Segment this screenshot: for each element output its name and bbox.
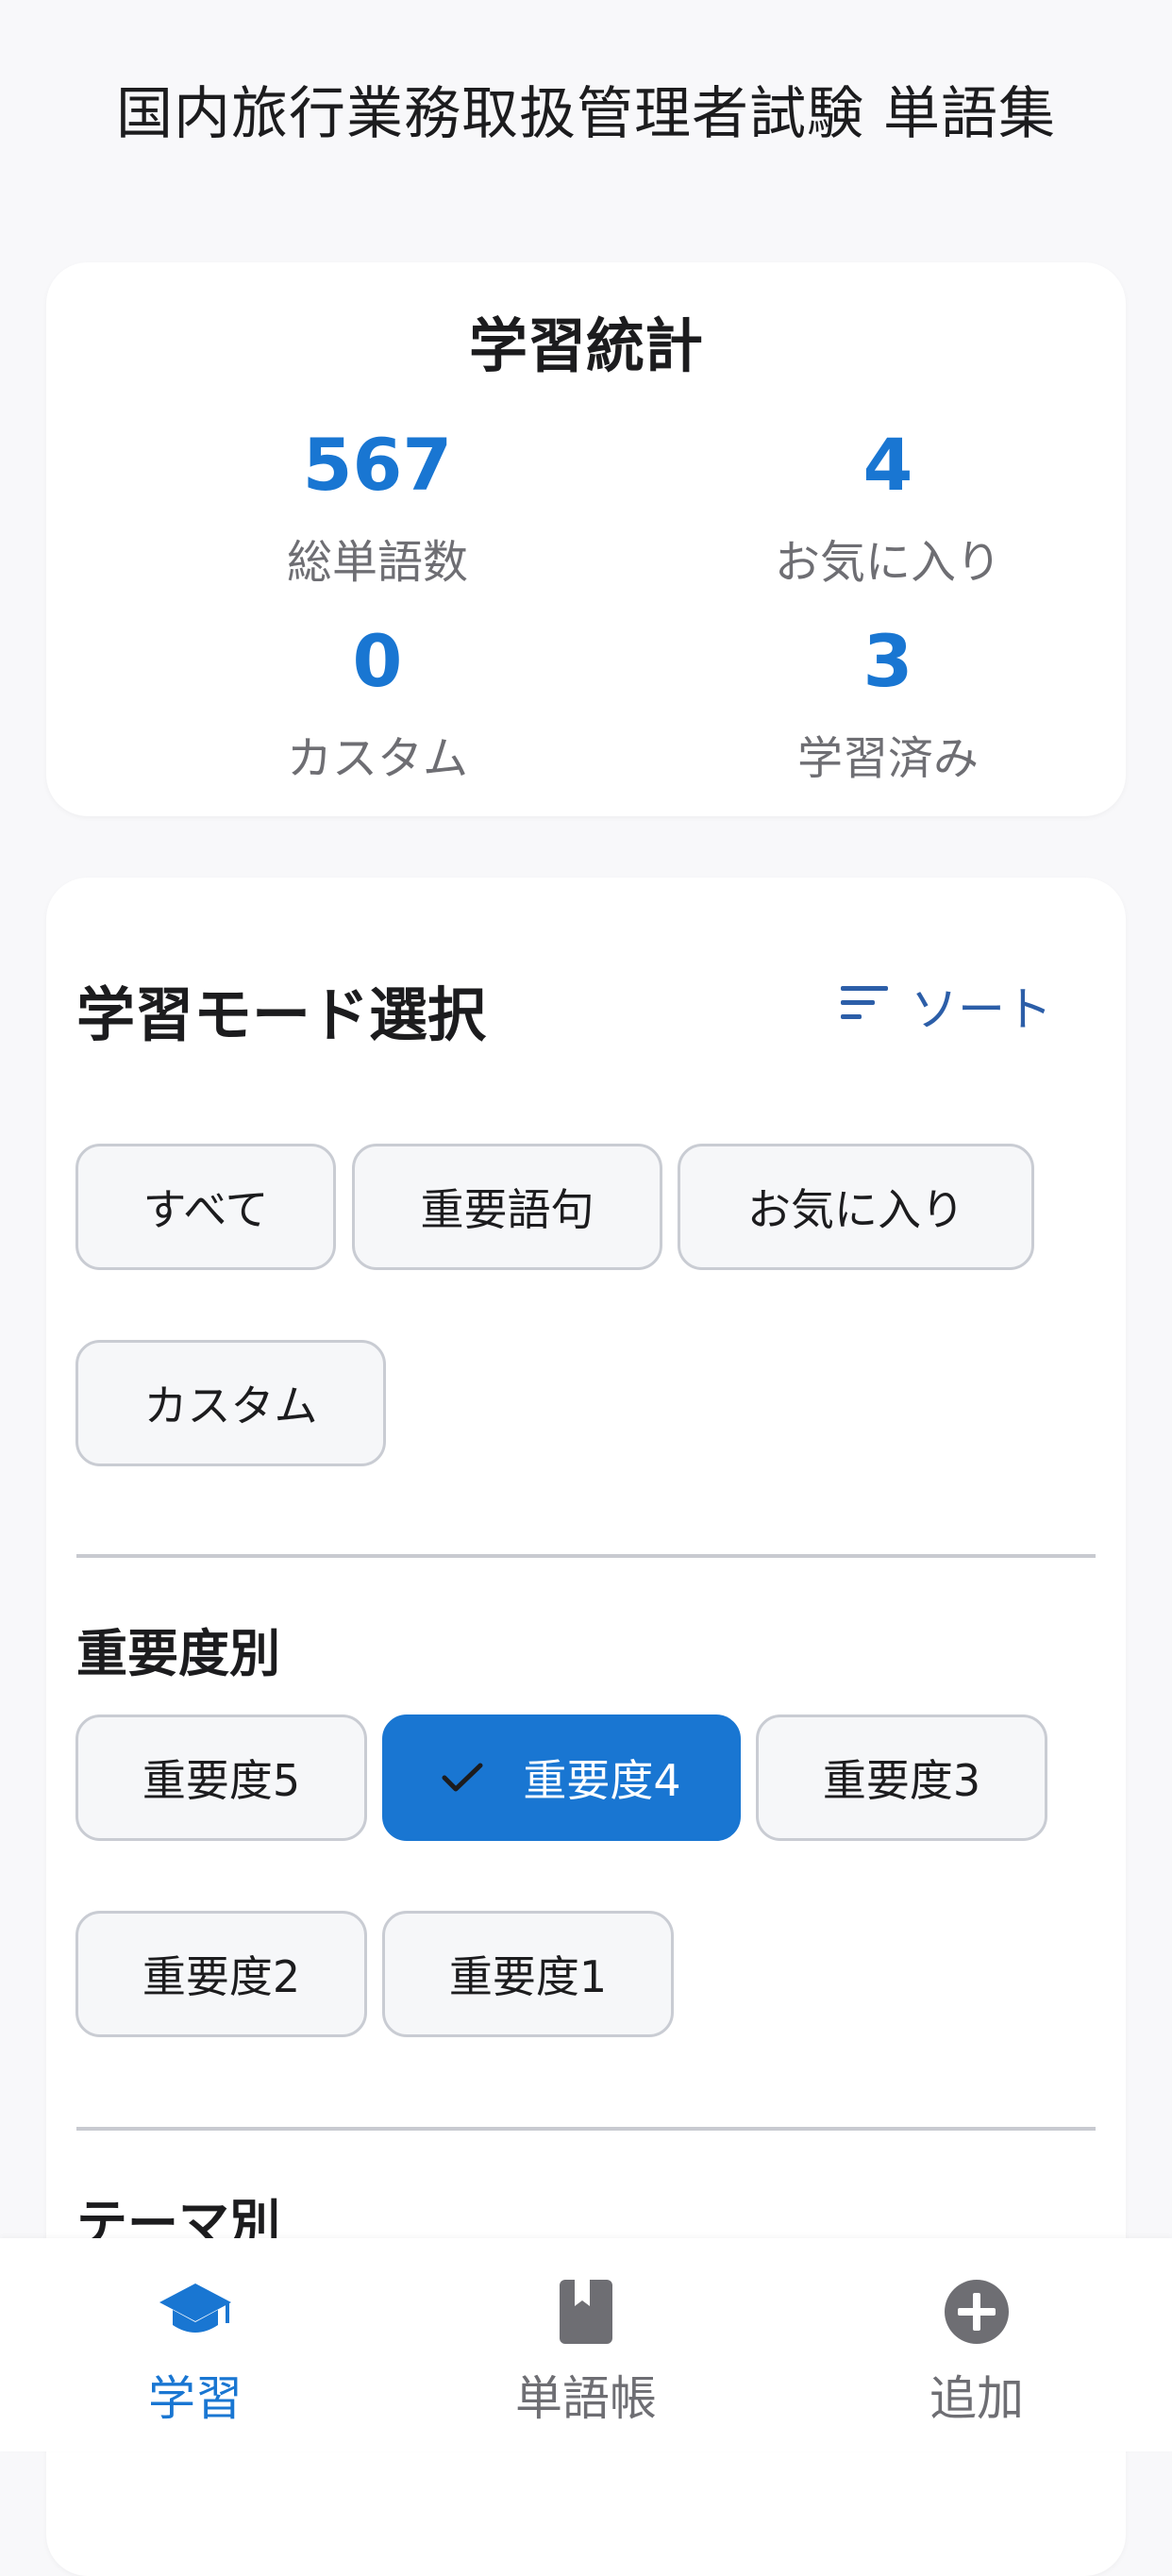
chip-label: 重要度5 — [142, 1755, 301, 1806]
chip-label: 重要語句 — [420, 1184, 594, 1235]
stat-learned: 3 学習済み — [690, 619, 1086, 787]
nav-item-add[interactable]: 追加 — [835, 2276, 1118, 2429]
chip-all[interactable]: すべて — [75, 1144, 336, 1270]
stat-label: カスタム — [286, 732, 468, 785]
chip-label: 重要度1 — [448, 1951, 608, 2002]
sort-label: ソート — [911, 982, 1052, 1037]
book-icon — [444, 2276, 728, 2348]
section-title-importance: 重要度別 — [76, 1624, 280, 1683]
stat-favorites: 4 お気に入り — [690, 423, 1086, 591]
stat-value: 4 — [862, 423, 913, 507]
section-title-mode: 学習モード選択 — [76, 980, 487, 1049]
stat-label: 総単語数 — [286, 536, 468, 589]
app-title: 国内旅行業務取扱管理者試験 単語集 — [115, 81, 1057, 147]
chip-label: カスタム — [143, 1380, 318, 1431]
chip-custom[interactable]: カスタム — [75, 1340, 386, 1466]
graduation-cap-icon — [54, 2276, 337, 2348]
divider — [76, 1554, 1096, 1558]
stat-label: お気に入り — [774, 536, 1001, 589]
nav-label: 単語帳 — [515, 2371, 657, 2426]
stat-total-words: 567 総単語数 — [179, 423, 576, 591]
sort-icon — [841, 979, 890, 1033]
bottom-navigation: 学習 単語帳 追加 — [0, 2238, 1172, 2451]
chip-label: 重要度3 — [822, 1755, 981, 1806]
check-icon — [442, 1762, 483, 1794]
stat-value: 0 — [352, 619, 403, 703]
add-circle-icon — [835, 2276, 1118, 2348]
stat-value: 3 — [862, 619, 913, 703]
stats-title: 学習統計 — [468, 311, 703, 380]
chip-label: お気に入り — [747, 1184, 964, 1235]
nav-label: 学習 — [148, 2371, 243, 2426]
chip-label: 重要度4 — [523, 1755, 681, 1806]
sort-button[interactable]: ソート — [841, 968, 1052, 1044]
nav-item-wordbook[interactable]: 単語帳 — [444, 2276, 728, 2429]
stat-label: 学習済み — [796, 732, 979, 785]
chip-importance-2[interactable]: 重要度2 — [75, 1911, 367, 2037]
chip-importance-1[interactable]: 重要度1 — [382, 1911, 674, 2037]
chip-important-terms[interactable]: 重要語句 — [352, 1144, 662, 1270]
stats-card: 学習統計 567 総単語数 4 お気に入り 0 カスタム 3 学習済み — [46, 262, 1126, 816]
nav-item-study[interactable]: 学習 — [54, 2276, 337, 2429]
divider — [76, 2127, 1096, 2131]
nav-label: 追加 — [929, 2371, 1024, 2426]
chip-importance-4[interactable]: 重要度4 — [382, 1715, 741, 1841]
stat-custom: 0 カスタム — [179, 619, 576, 787]
chip-label: すべて — [142, 1184, 269, 1235]
chip-label: 重要度2 — [142, 1951, 301, 2002]
chip-favorites[interactable]: お気に入り — [678, 1144, 1034, 1270]
stat-value: 567 — [302, 423, 453, 507]
chip-importance-5[interactable]: 重要度5 — [75, 1715, 367, 1841]
chip-importance-3[interactable]: 重要度3 — [756, 1715, 1047, 1841]
